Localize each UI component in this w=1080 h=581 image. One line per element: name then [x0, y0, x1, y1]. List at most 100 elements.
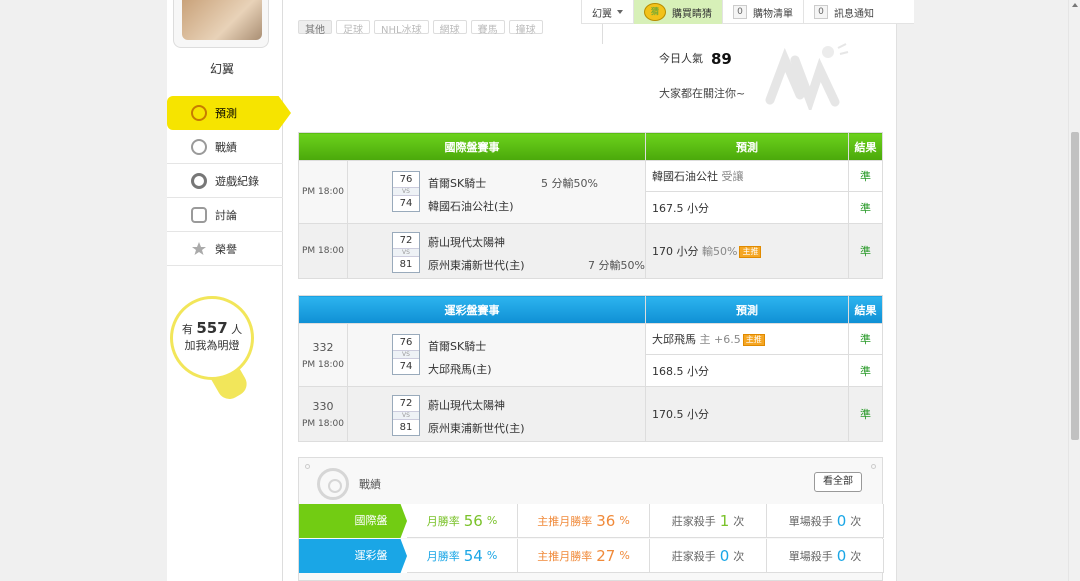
stat-value: 27 — [596, 546, 616, 565]
top-nav: 幻翼 猜 購買睛猜 0 購物清單 0 訊息通知 — [581, 0, 914, 24]
filter-tennis[interactable]: 網球 — [432, 20, 467, 36]
filter-billiards[interactable]: 撞球 — [508, 20, 543, 36]
record-header: 戰績 看全部 — [299, 458, 882, 504]
table-row: 332 PM 18:00 76 VS 74 首爾SK騎士 大邱飛馬(主) 大邱飛… — [298, 323, 883, 387]
home-score: 76 — [399, 174, 413, 185]
monthly-win-rate: 月勝率 56% — [407, 504, 518, 538]
team-name: 原州東浦新世代(主) — [428, 259, 525, 272]
team-name: 韓國石油公社(主) — [428, 200, 514, 213]
result: 準 — [848, 386, 883, 442]
prediction-main: 167.5 — [652, 201, 684, 215]
sidebar-item-label: 遊戲紀錄 — [215, 174, 259, 188]
stat-label: 莊家殺手 — [671, 549, 716, 563]
filter-other[interactable]: 其他 — [298, 20, 332, 36]
prediction-main: 170.5 — [652, 408, 684, 421]
away-score: 81 — [399, 422, 413, 433]
chat-icon — [191, 206, 207, 223]
stat-unit: % — [486, 514, 498, 527]
away-score: 74 — [399, 361, 413, 372]
avatar[interactable] — [173, 0, 269, 48]
home-score: 72 — [399, 235, 413, 246]
prediction: 韓國石油公社 受讓 — [645, 160, 849, 192]
prediction-sub: 主 +6.5 — [699, 333, 741, 346]
prediction-main: 大邱飛馬 — [652, 333, 696, 346]
stat-unit: 次 — [733, 549, 745, 563]
scrollbar[interactable] — [1068, 0, 1080, 581]
sidebar-item-discuss[interactable]: 討論 — [167, 198, 283, 232]
stat-value: 1 — [719, 511, 730, 530]
user-menu[interactable]: 幻翼 — [581, 0, 633, 24]
sidebar-menu: 預測 戰績 遊戲紀錄 討論 榮譽 — [167, 96, 291, 266]
prediction: 168.5 小分 — [645, 354, 849, 387]
sidebar-item-record[interactable]: 戰績 — [167, 130, 283, 164]
match-time: PM 18:00 — [298, 223, 348, 279]
stat-value: 54 — [463, 546, 483, 565]
popularity-value: 89 — [711, 50, 732, 68]
vs-label: VS — [393, 187, 419, 196]
table-header: 國際盤賽事 預測 結果 — [298, 132, 883, 161]
view-all-button[interactable]: 看全部 — [814, 472, 862, 492]
vs-label: VS — [393, 350, 419, 359]
bulb-text: 加我為明燈 — [184, 339, 240, 352]
stat-label: 主推月勝率 — [537, 514, 593, 528]
scroll-up-arrow-icon[interactable] — [1072, 3, 1078, 7]
col-header-prediction: 預測 — [645, 295, 849, 324]
sidebar-item-honor[interactable]: 榮譽 — [167, 232, 283, 266]
intl-table: 國際盤賽事 預測 結果 PM 18:00 76 VS 74 首爾SK騎士 5 分… — [298, 132, 883, 279]
popularity: 今日人氣 89 — [659, 50, 732, 68]
stat-unit: % — [619, 514, 630, 527]
match-time-cell: 330 PM 18:00 — [298, 386, 348, 442]
cart-label: 購物清單 — [753, 8, 793, 20]
sidebar-item-label: 預測 — [215, 107, 237, 120]
stat-label: 單場殺手 — [788, 549, 833, 563]
vs-label: VS — [393, 248, 419, 257]
prediction-sub: 小分 — [687, 201, 709, 215]
single-killer: 單場殺手 0 次 — [767, 539, 884, 573]
col-header-prediction: 預測 — [645, 132, 849, 161]
scrollbar-thumb[interactable] — [1071, 132, 1079, 440]
cart-link[interactable]: 0 購物清單 — [722, 0, 803, 24]
score-box: 72 VS 81 — [392, 232, 420, 273]
result: 準 — [848, 191, 883, 224]
match-cell: 72 VS 81 蔚山現代太陽神 原州東浦新世代(主) — [347, 386, 646, 442]
cart-count: 0 — [733, 5, 747, 19]
stat-value: 0 — [836, 511, 847, 530]
record-row-sport: 運彩盤 月勝率 54% 主推月勝率 27% 莊家殺手 0 次 單場殺手 0 次 — [299, 539, 884, 573]
sidebar: 幻翼 預測 戰績 遊戲紀錄 討論 榮譽 有 557 人 加我為明燈 — [167, 0, 291, 581]
monthly-win-rate: 月勝率 54% — [407, 539, 518, 573]
prediction: 167.5 小分 — [645, 191, 849, 224]
prediction-extra: 輸50% — [702, 245, 738, 258]
follower-bulb[interactable]: 有 557 人 加我為明燈 — [170, 296, 254, 380]
record-icon — [191, 172, 207, 189]
filter-horse[interactable]: 賽馬 — [470, 20, 505, 36]
col-header-match: 國際盤賽事 — [298, 132, 646, 161]
message-count: 0 — [814, 5, 828, 19]
match-time: PM 18:00 — [302, 418, 344, 429]
odds-text: 5 分輸50% — [541, 177, 598, 190]
col-header-match: 運彩盤賽事 — [298, 295, 646, 324]
home-score: 72 — [399, 398, 413, 409]
record-row-intl: 國際盤 月勝率 56% 主推月勝率 36% 莊家殺手 1 次 單場殺手 0 次 — [299, 504, 884, 538]
stat-value: 36 — [596, 511, 616, 530]
stat-unit: % — [619, 549, 630, 562]
mascot-icon — [765, 43, 849, 110]
filter-nhl[interactable]: NHL冰球 — [374, 20, 429, 36]
prediction-sub: 小分 — [687, 364, 709, 378]
prediction-sub: 小分 — [687, 408, 709, 421]
score-box: 76 VS 74 — [392, 334, 420, 375]
sidebar-item-game-log[interactable]: 遊戲紀錄 — [167, 164, 283, 198]
bulb-unit: 人 — [231, 323, 243, 336]
medal-icon — [191, 241, 207, 257]
match-id: 332 — [312, 340, 334, 354]
prediction-main: 韓國石油公社 — [652, 170, 718, 183]
username: 幻翼 — [209, 62, 234, 76]
stat-unit: 次 — [733, 514, 745, 528]
team-name: 蔚山現代太陽神 — [428, 236, 505, 249]
sidebar-item-predict[interactable]: 預測 — [167, 96, 291, 130]
follower-count: 557 — [196, 319, 228, 337]
stat-label: 主推月勝率 — [537, 549, 593, 563]
away-score: 81 — [399, 259, 413, 270]
filter-soccer[interactable]: 足球 — [336, 20, 370, 36]
buy-button[interactable]: 猜 購買睛猜 — [633, 0, 722, 24]
messages-link[interactable]: 0 訊息通知 — [803, 0, 914, 24]
